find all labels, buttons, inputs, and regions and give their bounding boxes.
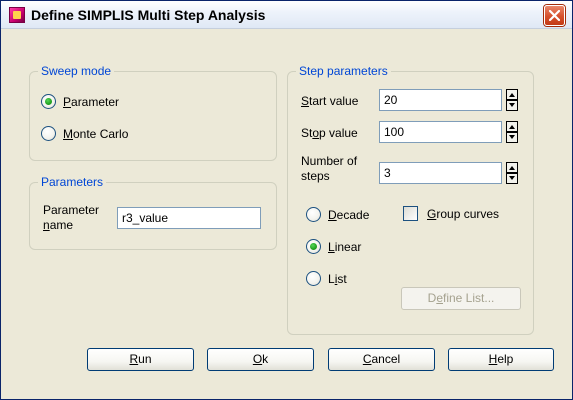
radio-parameter[interactable]: Parameter <box>41 93 191 111</box>
cancel-button[interactable]: Cancel <box>328 348 435 371</box>
radio-parameter-label-rest: arameter <box>71 95 120 109</box>
run-button[interactable]: Run <box>87 348 194 371</box>
spin-down-icon <box>509 176 515 180</box>
radio-selected-dot <box>45 98 52 105</box>
spin-up-button[interactable] <box>506 162 518 173</box>
close-icon <box>549 10 560 21</box>
radio-linear-label: Linear <box>328 240 362 254</box>
title-bar[interactable]: Define SIMPLIS Multi Step Analysis <box>1 1 572 29</box>
step-parameters-title: Step parameters <box>296 64 391 78</box>
radio-button[interactable] <box>41 94 56 109</box>
radio-button[interactable] <box>306 271 321 286</box>
radio-button[interactable] <box>306 207 321 222</box>
radio-decade[interactable]: Decade <box>306 206 386 224</box>
start-value-input[interactable]: 20 <box>379 89 502 111</box>
dialog-window: Define SIMPLIS Multi Step Analysis Sweep… <box>0 0 573 400</box>
group-curves-checkbox[interactable] <box>403 206 418 221</box>
radio-list[interactable]: List <box>306 270 386 288</box>
radio-button[interactable] <box>41 126 56 141</box>
parameters-group: Parameters Parameter name r3_value <box>29 175 277 250</box>
spin-down-icon <box>509 103 515 107</box>
spin-up-button[interactable] <box>506 89 518 100</box>
spin-down-icon <box>509 135 515 139</box>
number-of-steps-line1: Number of <box>301 154 358 168</box>
close-button[interactable] <box>544 5 565 26</box>
spin-down-button[interactable] <box>506 100 518 111</box>
parameter-name-label-line1: Parameter <box>43 203 100 217</box>
ok-button[interactable]: Ok <box>207 348 314 371</box>
window-title: Define SIMPLIS Multi Step Analysis <box>31 7 266 23</box>
define-list-button[interactable]: Define List... <box>401 287 521 310</box>
spin-up-icon <box>509 166 515 170</box>
radio-list-label: List <box>328 272 347 286</box>
step-parameters-group: Step parameters Start value 20 Stop valu… <box>287 64 534 335</box>
radio-button[interactable] <box>306 239 321 254</box>
number-of-steps-input[interactable]: 3 <box>379 162 502 184</box>
start-value-spinner[interactable] <box>506 89 518 111</box>
radio-decade-label: Decade <box>328 208 370 222</box>
stop-value-label: Stop value <box>301 126 358 140</box>
stop-value-input[interactable]: 100 <box>379 121 502 143</box>
spin-up-icon <box>509 93 515 97</box>
number-of-steps-spinner[interactable] <box>506 162 518 184</box>
radio-selected-dot <box>310 243 317 250</box>
start-value-label: Start value <box>301 94 359 108</box>
radio-linear[interactable]: Linear <box>306 238 386 256</box>
number-of-steps-label: Number of steps <box>301 154 357 184</box>
spin-down-button[interactable] <box>506 173 518 184</box>
stop-value-spinner[interactable] <box>506 121 518 143</box>
help-button[interactable]: Help <box>448 348 554 371</box>
radio-monte-carlo[interactable]: Monte Carlo <box>41 125 191 143</box>
radio-parameter-label: Parameter <box>63 95 120 109</box>
spin-down-button[interactable] <box>506 132 518 143</box>
number-of-steps-line2: steps <box>301 169 330 183</box>
parameters-title: Parameters <box>38 175 107 189</box>
parameter-name-label: Parameter name <box>43 203 99 233</box>
spin-up-icon <box>509 125 515 129</box>
parameter-name-label-line2: name <box>43 218 74 232</box>
sweep-mode-title: Sweep mode <box>38 64 115 78</box>
spin-up-button[interactable] <box>506 121 518 132</box>
group-curves-checkbox-row[interactable]: Group curves <box>403 205 528 223</box>
radio-monte-carlo-label: Monte Carlo <box>63 127 129 141</box>
parameter-name-input[interactable]: r3_value <box>117 207 261 229</box>
sweep-mode-group: Sweep mode Parameter Monte Carlo <box>29 64 277 161</box>
group-curves-label: Group curves <box>427 207 500 221</box>
simplis-app-icon <box>9 7 25 23</box>
